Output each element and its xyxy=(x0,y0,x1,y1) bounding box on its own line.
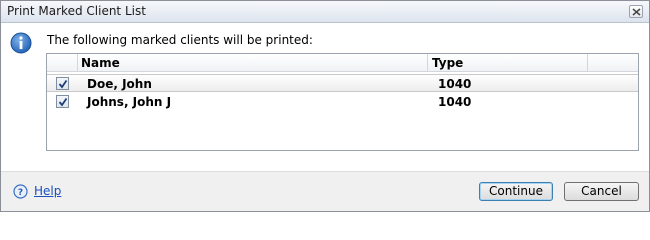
table-row[interactable]: Doe, John 1040 xyxy=(47,74,638,92)
window-title: Print Marked Client List xyxy=(7,4,146,18)
client-type: 1040 xyxy=(438,77,472,91)
dialog-window: Print Marked Client List The following m… xyxy=(0,0,650,212)
checkmark-icon xyxy=(58,97,68,107)
checkmark-icon xyxy=(58,79,68,89)
column-header-name[interactable]: Name xyxy=(81,56,120,70)
svg-text:?: ? xyxy=(18,188,23,198)
client-name: Doe, John xyxy=(87,77,152,91)
client-type: 1040 xyxy=(438,95,472,109)
header-separator[interactable] xyxy=(427,54,428,72)
close-button[interactable] xyxy=(629,5,643,18)
title-bar: Print Marked Client List xyxy=(1,1,649,23)
table-row[interactable]: Johns, John J 1040 xyxy=(47,93,638,111)
continue-button[interactable]: Continue xyxy=(479,182,553,201)
message-text: The following marked clients will be pri… xyxy=(47,33,313,47)
info-icon xyxy=(10,32,32,54)
header-separator[interactable] xyxy=(77,54,78,72)
help-icon[interactable]: ? xyxy=(13,184,28,199)
row-checkbox[interactable] xyxy=(56,77,69,90)
dialog-footer: ? Help Continue Cancel xyxy=(1,171,649,211)
help-link[interactable]: Help xyxy=(34,184,61,198)
list-header: Name Type xyxy=(47,54,638,72)
row-checkbox[interactable] xyxy=(56,95,69,108)
cancel-button[interactable]: Cancel xyxy=(564,182,639,201)
client-list: Name Type Doe, John 1040 Johns, John J 1… xyxy=(46,53,639,151)
close-icon xyxy=(632,8,641,16)
header-separator[interactable] xyxy=(587,54,588,72)
client-name: Johns, John J xyxy=(87,95,172,109)
column-header-type[interactable]: Type xyxy=(432,56,463,70)
